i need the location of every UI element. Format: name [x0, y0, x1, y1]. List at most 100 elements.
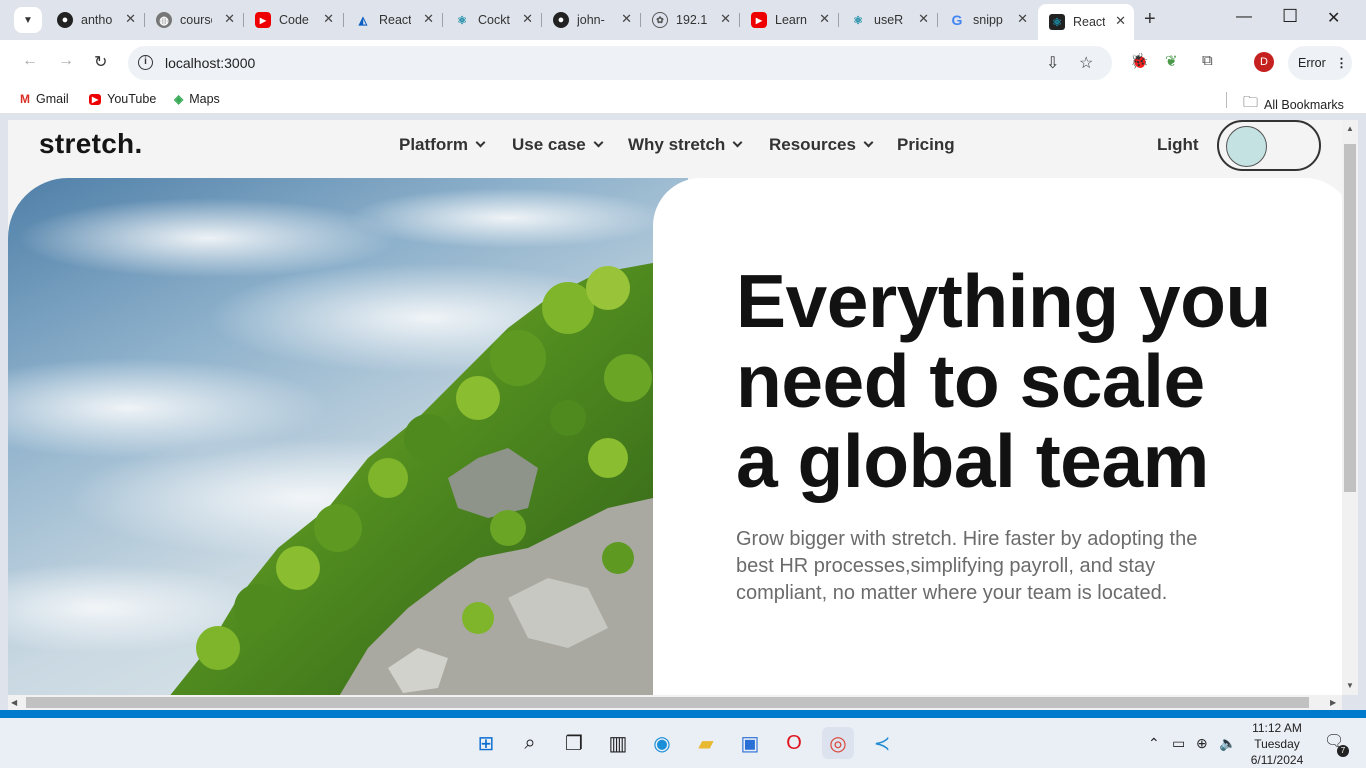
github-icon: ● [57, 12, 73, 28]
bookmark-star-icon[interactable]: ☆ [1079, 53, 1093, 73]
chevron-down-icon [863, 137, 874, 148]
edge-icon[interactable]: ◉ [646, 727, 678, 759]
close-tab-icon[interactable]: ✕ [819, 11, 830, 27]
bookmark-youtube[interactable]: ▶ YouTube [89, 92, 156, 106]
forward-button[interactable]: → [58, 52, 74, 70]
close-tab-icon[interactable]: ✕ [918, 11, 929, 27]
site-logo[interactable]: stretch. [39, 128, 143, 160]
tab-title: Cockt [478, 13, 510, 27]
close-tab-icon[interactable]: ✕ [621, 11, 632, 27]
profile-avatar[interactable]: D [1254, 52, 1274, 72]
bookmark-maps[interactable]: ◈ Maps [174, 92, 220, 106]
nav-label: Platform [399, 135, 468, 154]
tab-1[interactable]: ◍ course ✕ [145, 6, 243, 34]
start-windows-icon[interactable]: ⊞ [470, 727, 502, 759]
scroll-left-arrow-icon[interactable]: ◀ [11, 698, 17, 707]
bookmarks-bar: M Gmail ▶ YouTube ◈ Maps 🗀 All Bookmarks [0, 86, 1366, 114]
leaf-extension-icon[interactable]: ❦ [1165, 52, 1178, 70]
search-icon[interactable]: ⌕ [514, 727, 546, 759]
error-menu-button[interactable]: Error ⋮ [1288, 46, 1352, 80]
maximize-button[interactable]: ☐ [1282, 6, 1298, 27]
tab-4[interactable]: ⚛ Cockt ✕ [443, 6, 541, 34]
hero-image [8, 178, 688, 695]
close-tab-icon[interactable]: ✕ [423, 11, 434, 27]
bookmark-gmail[interactable]: M Gmail [20, 92, 69, 106]
file-explorer-icon[interactable]: ▰ [690, 727, 722, 759]
tray-overflow-chevron-icon[interactable]: ⌃ [1148, 735, 1160, 752]
openai-icon: ✿ [652, 12, 668, 28]
scroll-up-arrow-icon[interactable]: ▲ [1346, 124, 1354, 133]
network-globe-icon[interactable]: ⊕ [1196, 735, 1208, 752]
horizontal-scrollbar[interactable]: ◀ ▶ [8, 695, 1342, 710]
tab-title: React [379, 13, 411, 27]
theme-toggle[interactable] [1217, 120, 1321, 171]
hero-heading: Everything you need to scale a global te… [736, 261, 1336, 501]
tab-title: Learn [775, 13, 807, 27]
extensions-puzzle-icon[interactable]: ⧉ [1202, 52, 1213, 69]
close-tab-icon[interactable]: ✕ [720, 11, 731, 27]
tab-8[interactable]: ⚛ useR ✕ [839, 6, 937, 34]
all-bookmarks-label: All Bookmarks [1264, 97, 1344, 112]
nav-label: Use case [512, 135, 586, 154]
youtube-icon: ▶ [255, 12, 271, 28]
close-tab-icon[interactable]: ✕ [125, 11, 136, 27]
volume-icon[interactable]: 🔈 [1219, 735, 1236, 752]
tab-3[interactable]: ◭ React ✕ [344, 6, 442, 34]
widgets-icon[interactable]: ▥ [602, 727, 634, 759]
tab-0[interactable]: ● anthony ✕ [46, 6, 144, 34]
nav-why-stretch[interactable]: Why stretch [628, 135, 743, 155]
nav-pricing[interactable]: Pricing [897, 135, 955, 155]
tab-7[interactable]: ▶ Learn ✕ [740, 6, 838, 34]
tab-10-active[interactable]: ⚛ React ✕ [1038, 4, 1134, 40]
tab-search-button[interactable]: ▼ [14, 7, 42, 33]
toggle-knob[interactable] [1226, 126, 1267, 167]
url-text[interactable]: localhost:3000 [165, 55, 255, 71]
back-button[interactable]: ← [22, 52, 38, 70]
battery-icon[interactable]: ▭ [1172, 735, 1185, 752]
vertical-scroll-thumb[interactable] [1344, 144, 1356, 492]
error-label: Error [1298, 56, 1326, 70]
bookmark-label: Maps [189, 92, 220, 106]
nav-platform[interactable]: Platform [399, 135, 486, 155]
chrome-icon[interactable]: ◎ [822, 727, 854, 759]
tab-2[interactable]: ▶ Code ✕ [244, 6, 342, 34]
maps-icon: ◈ [174, 92, 184, 106]
nav-use-case[interactable]: Use case [512, 135, 604, 155]
address-bar[interactable]: i localhost:3000 ⇩ ☆ [128, 46, 1112, 80]
scroll-down-arrow-icon[interactable]: ▼ [1346, 681, 1354, 690]
nav-resources[interactable]: Resources [769, 135, 874, 155]
chevron-down-icon: ▼ [23, 14, 33, 26]
close-tab-icon[interactable]: ✕ [323, 11, 334, 27]
task-view-icon[interactable]: ❐ [558, 727, 590, 759]
vscode-icon[interactable]: ≺ [866, 727, 898, 759]
tab-9[interactable]: G snipp ✕ [938, 6, 1036, 34]
close-window-button[interactable]: ✕ [1327, 8, 1340, 28]
reload-button[interactable]: ↻ [94, 52, 107, 72]
site-info-icon[interactable]: i [138, 55, 153, 70]
minimize-button[interactable]: — [1236, 8, 1252, 26]
notification-count-badge: 7 [1337, 745, 1349, 757]
google-icon: G [951, 12, 963, 28]
microsoft-store-icon[interactable]: ▣ [734, 727, 766, 759]
tab-5[interactable]: ● john- ✕ [542, 6, 640, 34]
all-bookmarks-button[interactable]: 🗀 All Bookmarks [1243, 92, 1344, 117]
close-tab-icon[interactable]: ✕ [1115, 13, 1126, 29]
chevron-down-icon [732, 137, 743, 148]
close-tab-icon[interactable]: ✕ [1017, 11, 1028, 27]
vscode-status-bar-strip [0, 710, 1366, 718]
close-tab-icon[interactable]: ✕ [224, 11, 235, 27]
horizontal-scroll-thumb[interactable] [26, 697, 1309, 708]
install-app-icon[interactable]: ⇩ [1046, 53, 1059, 73]
chevron-down-icon [593, 137, 604, 148]
tab-6[interactable]: ✿ 192.1 ✕ [641, 6, 739, 34]
vertical-scrollbar[interactable]: ▲ ▼ [1342, 120, 1358, 695]
system-clock[interactable]: 11:12 AM Tuesday 6/11/2024 [1240, 720, 1314, 768]
nav-label: Why stretch [628, 135, 726, 154]
close-tab-icon[interactable]: ✕ [522, 11, 533, 27]
scroll-right-arrow-icon[interactable]: ▶ [1330, 698, 1336, 707]
opera-icon[interactable]: O [778, 727, 810, 759]
page-viewport: stretch. Platform Use case Why stretch R… [8, 120, 1342, 695]
react-router-icon: ◭ [358, 14, 368, 27]
bug-extension-icon[interactable]: 🐞 [1130, 52, 1149, 70]
new-tab-button[interactable]: + [1144, 8, 1156, 31]
